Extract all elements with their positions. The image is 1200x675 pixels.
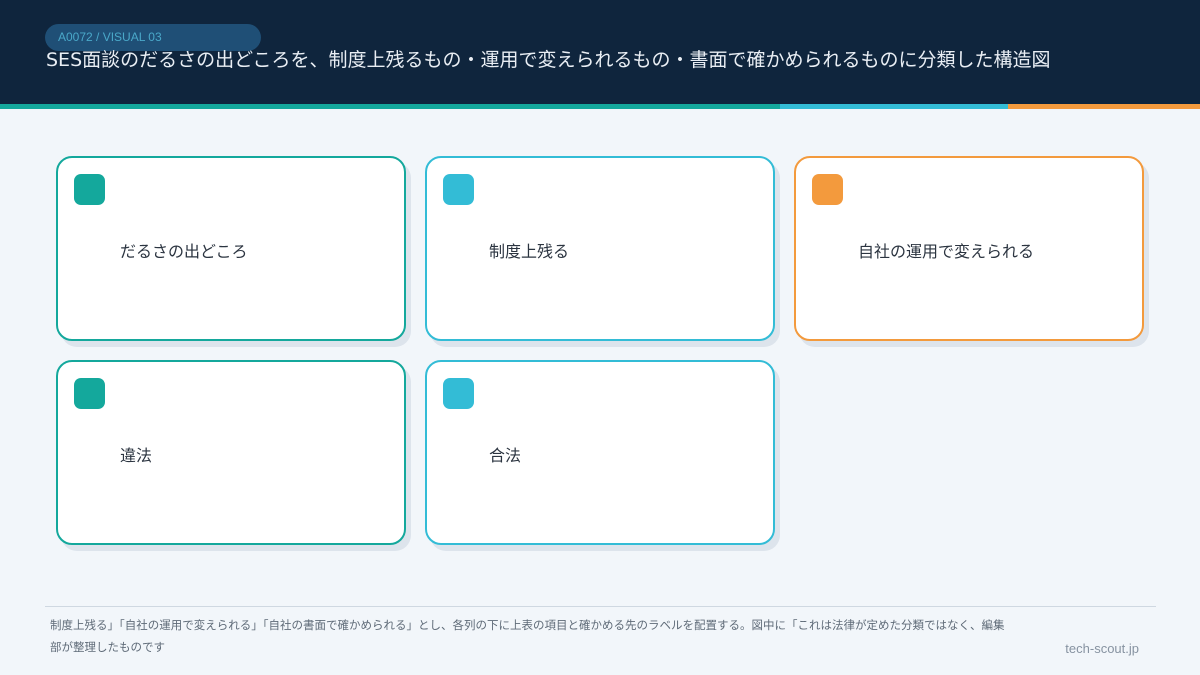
card-marker bbox=[443, 174, 474, 205]
card-marker bbox=[812, 174, 843, 205]
site-name: tech-scout.jp bbox=[1065, 641, 1139, 656]
card-label: 制度上残る bbox=[489, 242, 570, 261]
card-label: 合法 bbox=[489, 446, 522, 465]
category-card: だるさの出どころ bbox=[56, 156, 406, 341]
category-card: 合法 bbox=[425, 360, 775, 545]
card-label: 違法 bbox=[120, 446, 153, 465]
footer-divider bbox=[45, 606, 1156, 607]
footnote: 制度上残る」「自社の運用で変えられる」「自社の書面で確かめられる」とし、各列の下… bbox=[50, 618, 1005, 654]
card-marker bbox=[443, 378, 474, 409]
category-card: 違法 bbox=[56, 360, 406, 545]
card-label: 自社の運用で変えられる bbox=[858, 242, 1035, 261]
category-card: 自社の運用で変えられる bbox=[794, 156, 1144, 341]
card-label: だるさの出どころ bbox=[120, 242, 248, 261]
card-marker bbox=[74, 378, 105, 409]
card-marker bbox=[74, 174, 105, 205]
card-grid: だるさの出どころ 制度上残る 自社の運用で変えられる違法 合法 bbox=[0, 0, 1200, 675]
category-card: 制度上残る bbox=[425, 156, 775, 341]
